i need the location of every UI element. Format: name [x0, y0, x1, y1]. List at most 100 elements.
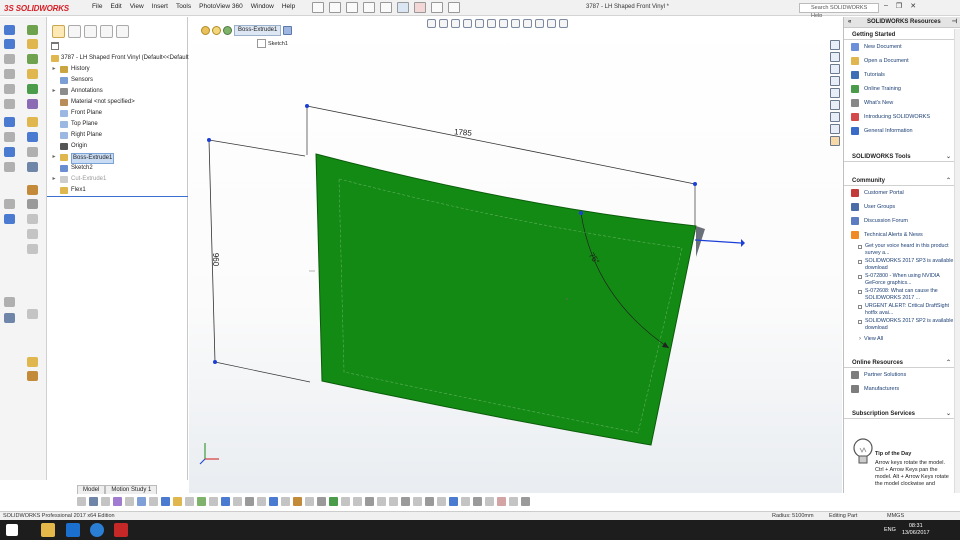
tab-model[interactable]: Model [77, 485, 106, 494]
intersect-icon[interactable] [27, 309, 38, 319]
selection-filter-icon[interactable] [185, 496, 194, 506]
selection-filter-icon[interactable] [485, 496, 494, 506]
tree-item[interactable]: Sketch2 [47, 163, 188, 174]
feature-manager-tab[interactable] [52, 25, 65, 38]
expand-arrow-icon[interactable]: ▸ [51, 64, 57, 75]
selection-filter-icon[interactable] [197, 496, 206, 506]
minimize-button[interactable]: – [884, 2, 888, 10]
restore-button[interactable]: ❐ [896, 2, 902, 10]
resource-link[interactable]: Customer Portal [844, 186, 960, 200]
keyboard-language[interactable]: ENG [884, 527, 896, 533]
resources-tab-icon[interactable] [830, 40, 840, 50]
selection-filter-icon[interactable] [293, 496, 302, 506]
selection-filter-icon[interactable] [461, 496, 470, 506]
resource-link[interactable]: Open a Document [844, 54, 960, 68]
draft-icon[interactable] [27, 229, 38, 239]
selection-filter-icon[interactable] [209, 496, 218, 506]
chevron-up-icon[interactable]: ⌃ [946, 359, 951, 368]
selection-filter-icon[interactable] [329, 496, 338, 506]
resource-link[interactable]: New Document [844, 40, 960, 54]
selection-filter-icon[interactable] [113, 496, 122, 506]
pattern-icon[interactable] [27, 117, 38, 127]
print-icon[interactable] [363, 2, 375, 13]
tree-item[interactable]: ▸ Annotations [47, 86, 188, 97]
news-item[interactable]: S-072608: What can cause the SOLIDWORKS … [844, 288, 960, 302]
selection-filter-icon[interactable] [509, 496, 518, 506]
selection-filter-icon[interactable] [317, 496, 326, 506]
unit-system[interactable]: MMGS [887, 513, 904, 519]
polygon-icon[interactable] [4, 99, 15, 109]
pin-icon[interactable]: ⊣ [952, 17, 957, 28]
tree-item[interactable]: Material <not specified> [47, 97, 188, 108]
circle-icon[interactable] [4, 39, 15, 49]
flex-icon[interactable] [27, 357, 38, 367]
offset-icon[interactable] [4, 147, 15, 157]
extrude-icon[interactable] [27, 39, 38, 49]
options-icon[interactable] [448, 2, 460, 13]
resource-link[interactable]: Online Training [844, 82, 960, 96]
news-item[interactable]: SOLIDWORKS 2017 SP3 is available for dow… [844, 258, 960, 272]
tree-root[interactable]: 3787 - LH Shaped Front Vinyl (Default<<D… [47, 53, 189, 64]
tree-item[interactable]: ▸ Boss-Extrude1 [47, 152, 188, 164]
selection-filter-icon[interactable] [497, 496, 506, 506]
text-icon[interactable] [4, 162, 15, 172]
selection-filter-icon[interactable] [521, 496, 530, 506]
back-icon[interactable]: « [848, 17, 851, 28]
getting-started-title[interactable]: Getting Started [844, 31, 960, 40]
filter-icon[interactable] [51, 42, 59, 50]
undo-icon[interactable] [380, 2, 392, 13]
start-icon[interactable] [6, 524, 18, 536]
selection-filter-icon[interactable] [221, 496, 230, 506]
tree-item[interactable]: Origin [47, 141, 188, 152]
curves-icon[interactable] [4, 214, 15, 224]
line-icon[interactable] [4, 25, 15, 35]
resource-link[interactable]: Technical Alerts & News [844, 228, 960, 242]
selection-filter-icon[interactable] [137, 496, 146, 506]
selection-filter-icon[interactable] [389, 496, 398, 506]
selection-filter-icon[interactable] [377, 496, 386, 506]
rollback-bar[interactable] [47, 196, 188, 197]
mirror-icon[interactable] [27, 99, 38, 109]
bom-tab-icon[interactable] [830, 124, 840, 134]
view-all-link[interactable]: › View All [844, 333, 960, 345]
menu-photoview[interactable]: PhotoView 360 [199, 3, 243, 10]
tree-item[interactable]: ▸ History [47, 64, 188, 75]
online-resources-title[interactable]: Online Resources ⌃ [844, 359, 960, 368]
menu-insert[interactable]: Insert [152, 3, 168, 10]
menu-view[interactable]: View [130, 3, 144, 10]
task-pane-scrollbar[interactable] [954, 29, 960, 493]
menu-edit[interactable]: Edit [110, 3, 121, 10]
tree-item[interactable]: Right Plane [47, 130, 188, 141]
chevron-down-icon[interactable]: ⌄ [946, 410, 951, 419]
edge-icon[interactable] [90, 523, 104, 537]
help-search-input[interactable]: Search SOLIDWORKS Help [799, 3, 879, 19]
expand-arrow-icon[interactable]: ▸ [51, 86, 57, 97]
rib-icon[interactable] [27, 244, 38, 254]
rebuild-icon[interactable] [414, 2, 426, 13]
selection-filter-icon[interactable] [425, 496, 434, 506]
resource-link[interactable]: Manufacturers [844, 382, 960, 396]
trim-icon[interactable] [27, 84, 38, 94]
tree-item[interactable]: Front Plane [47, 108, 188, 119]
relations-icon[interactable] [27, 132, 38, 142]
notes-tab-icon[interactable] [830, 136, 840, 146]
selection-filter-icon[interactable] [341, 496, 350, 506]
selection-filter-icon[interactable] [305, 496, 314, 506]
display-icon[interactable] [4, 297, 15, 307]
solidworks-tools-title[interactable]: SOLIDWORKS Tools ⌄ [844, 153, 960, 162]
rectangle-icon[interactable] [4, 69, 15, 79]
display-manager-tab[interactable] [116, 25, 129, 38]
selection-filter-icon[interactable] [77, 496, 86, 506]
menu-help[interactable]: Help [282, 3, 295, 10]
selection-filter-icon[interactable] [161, 496, 170, 506]
quick-snaps-icon[interactable] [27, 162, 38, 172]
selection-filter-icon[interactable] [281, 496, 290, 506]
resource-link[interactable]: Discussion Forum [844, 214, 960, 228]
expand-arrow-icon[interactable]: ▸ [51, 152, 57, 163]
menu-tools[interactable]: Tools [176, 3, 191, 10]
tree-item[interactable]: Sensors [47, 75, 188, 86]
selection-filter-icon[interactable] [149, 496, 158, 506]
subscription-title[interactable]: Subscription Services ⌄ [844, 410, 960, 419]
file-explorer-icon[interactable] [41, 523, 55, 537]
news-item[interactable]: S-072800 - When using NVIDIA GeForce gra… [844, 273, 960, 287]
